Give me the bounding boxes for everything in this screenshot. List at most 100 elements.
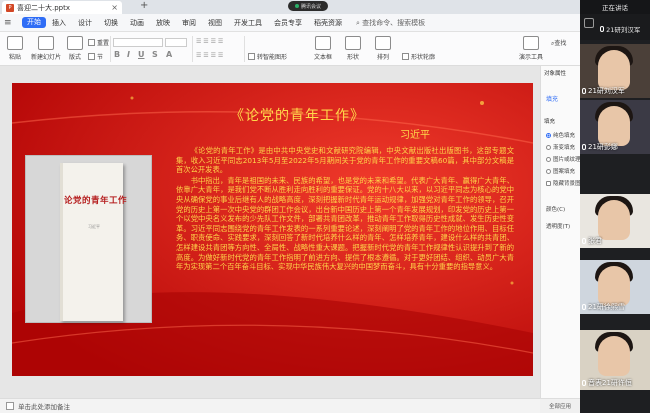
command-search-label: 查找命令、搜索模板 bbox=[362, 18, 426, 27]
gallery-view-icon[interactable] bbox=[584, 18, 594, 28]
mic-icon bbox=[582, 144, 586, 150]
tab-view[interactable]: 视图 bbox=[202, 18, 228, 28]
shape-icon bbox=[345, 36, 361, 50]
new-slide-icon bbox=[38, 36, 54, 50]
participant-name-text: 21研刘汉军 bbox=[588, 87, 625, 95]
mic-icon bbox=[582, 238, 586, 244]
paste-button[interactable]: 粘贴 bbox=[2, 36, 28, 61]
apply-all-button[interactable]: 全部应用 bbox=[540, 398, 580, 413]
notes-bar[interactable]: 单击此处添加备注 bbox=[0, 398, 540, 413]
outline-icon bbox=[402, 53, 409, 60]
reset-label: 重置 bbox=[97, 40, 110, 47]
tab-developer[interactable]: 开发工具 bbox=[228, 18, 268, 28]
font-size-select[interactable] bbox=[165, 38, 187, 47]
tab-insert[interactable]: 插入 bbox=[46, 18, 72, 28]
notes-hint: 单击此处添加备注 bbox=[18, 403, 70, 411]
speaking-header: 正在讲话 bbox=[580, 0, 650, 14]
mic-icon bbox=[582, 380, 586, 386]
radio-gradient-fill[interactable]: 渐变填充 bbox=[546, 143, 575, 151]
arrange-button[interactable]: 排列 bbox=[370, 36, 396, 61]
slide-title[interactable]: 《论党的青年工作》 bbox=[230, 105, 365, 125]
participant-name-text: 21研徐熙雪 bbox=[588, 303, 625, 311]
menu-bar: ≡ 开始 插入 设计 切换 动画 放映 审阅 视图 开发工具 会员专享 稻壳资源… bbox=[0, 14, 580, 32]
layout-icon bbox=[67, 36, 83, 50]
shape-outline-button[interactable]: 形状轮廓 bbox=[402, 52, 435, 61]
bold-icon[interactable]: B bbox=[114, 50, 120, 59]
divider bbox=[192, 36, 193, 62]
align-left-icon[interactable]: ☰ ☰ ☰ ☰ bbox=[196, 38, 223, 45]
text-box-button[interactable]: 文本框 bbox=[310, 36, 336, 61]
text-box-label: 文本框 bbox=[313, 54, 332, 61]
participant-video bbox=[598, 336, 630, 376]
find-button[interactable]: ⌕查找 bbox=[551, 38, 566, 48]
slide-body-text[interactable]: 《论党的青年工作》是由中共中央党史和文献研究院编辑，中央文献出版社出版图书，这部… bbox=[176, 146, 514, 273]
slide-paragraph: 书中指出，青年是祖国的未来、民族的希望，也是党的未来和希望。代表广大青年、赢得广… bbox=[176, 175, 514, 272]
participant-tile[interactable]: 张君 bbox=[580, 194, 650, 248]
radio-icon bbox=[546, 168, 551, 174]
radio-icon bbox=[546, 132, 551, 138]
italic-icon[interactable]: I bbox=[127, 50, 130, 59]
radio-icon bbox=[546, 156, 551, 162]
tab-start[interactable]: 开始 bbox=[22, 17, 46, 28]
font-name-select[interactable] bbox=[113, 38, 163, 47]
new-slide-button[interactable]: 新建幻灯片 bbox=[30, 36, 62, 61]
command-search[interactable]: ⌕ 查找命令、搜索模板 bbox=[356, 18, 425, 28]
section-fill-heading: 填充 bbox=[544, 119, 556, 125]
underline-icon[interactable]: U bbox=[138, 50, 145, 59]
tab-fill[interactable]: 填充 bbox=[546, 94, 558, 103]
slideshow-tools-button[interactable]: 演示工具 bbox=[516, 36, 546, 61]
active-speaker-label: 21研刘汉军 bbox=[600, 24, 640, 34]
section-label: 节 bbox=[97, 54, 104, 61]
panel-title: 对象属性 bbox=[544, 71, 567, 77]
radio-pattern-fill[interactable]: 图案填充 bbox=[546, 167, 575, 175]
participant-tile[interactable]: 21研徐熙雪 bbox=[580, 260, 650, 314]
slideshow-tools-label: 演示工具 bbox=[518, 54, 543, 61]
tab-slideshow[interactable]: 放映 bbox=[150, 18, 176, 28]
tab-animation[interactable]: 动画 bbox=[124, 18, 150, 28]
shape-outline-label: 形状轮廓 bbox=[411, 54, 436, 61]
book-cover-title: 论党的青年工作 bbox=[64, 196, 128, 206]
hamburger-menu-icon[interactable]: ≡ bbox=[4, 18, 18, 28]
paste-icon bbox=[7, 36, 23, 50]
participant-name: 音表21研许恒 bbox=[582, 378, 632, 388]
participant-name-text: 21研彭娜 bbox=[588, 143, 618, 151]
layout-button[interactable]: 版式 bbox=[62, 36, 88, 61]
shadow-icon[interactable]: S bbox=[152, 50, 158, 59]
divider bbox=[110, 36, 111, 62]
new-tab-button[interactable]: + bbox=[140, 0, 148, 11]
find-label: 查找 bbox=[554, 40, 567, 47]
tab-resources[interactable]: 稻壳资源 bbox=[308, 18, 348, 28]
mic-icon bbox=[582, 88, 586, 94]
tab-transition[interactable]: 切换 bbox=[98, 18, 124, 28]
slide-paragraph: 《论党的青年工作》是由中共中央党史和文献研究院编辑，中央文献出版社出版图书，这部… bbox=[176, 146, 514, 175]
checkbox-icon bbox=[546, 180, 551, 186]
presentation-icon bbox=[523, 36, 539, 50]
participant-tile[interactable]: 21研刘汉军 bbox=[580, 44, 650, 98]
reset-button[interactable]: 重置 bbox=[88, 38, 109, 47]
close-icon[interactable]: × bbox=[111, 3, 118, 12]
document-tab[interactable]: P 喜迎二十大.pptx × bbox=[2, 1, 122, 14]
convert-smartart-button[interactable]: 转智能图形 bbox=[248, 52, 287, 61]
section-icon bbox=[88, 53, 95, 60]
section-button[interactable]: 节 bbox=[88, 52, 103, 61]
slide-author[interactable]: 习近平 bbox=[400, 126, 430, 141]
participant-tile[interactable]: 音表21研许恒 bbox=[580, 330, 650, 390]
tab-member[interactable]: 会员专享 bbox=[268, 18, 308, 28]
shape-button[interactable]: 形状 bbox=[340, 36, 366, 61]
participant-name: 21研徐熙雪 bbox=[582, 302, 625, 312]
tab-review[interactable]: 审阅 bbox=[176, 18, 202, 28]
meeting-indicator-label: 腾讯会议 bbox=[300, 3, 321, 10]
participant-name: 张君 bbox=[582, 236, 602, 246]
recording-dot-icon bbox=[294, 4, 299, 8]
color-label: 颜色(C) bbox=[546, 207, 566, 213]
meeting-indicator[interactable]: 腾讯会议 bbox=[288, 1, 328, 11]
participant-tile[interactable]: 21研彭娜 bbox=[580, 100, 650, 154]
tab-design[interactable]: 设计 bbox=[72, 18, 98, 28]
paragraph-spacing-icon[interactable]: ☰ ☰ ☰ ☰ bbox=[196, 52, 223, 59]
radio-label: 图案填充 bbox=[553, 169, 576, 175]
arrange-icon bbox=[375, 36, 391, 50]
radio-solid-fill[interactable]: 纯色填充 bbox=[546, 131, 575, 139]
divider bbox=[244, 36, 245, 62]
participant-video bbox=[598, 200, 630, 240]
font-color-icon[interactable]: A bbox=[166, 50, 172, 59]
